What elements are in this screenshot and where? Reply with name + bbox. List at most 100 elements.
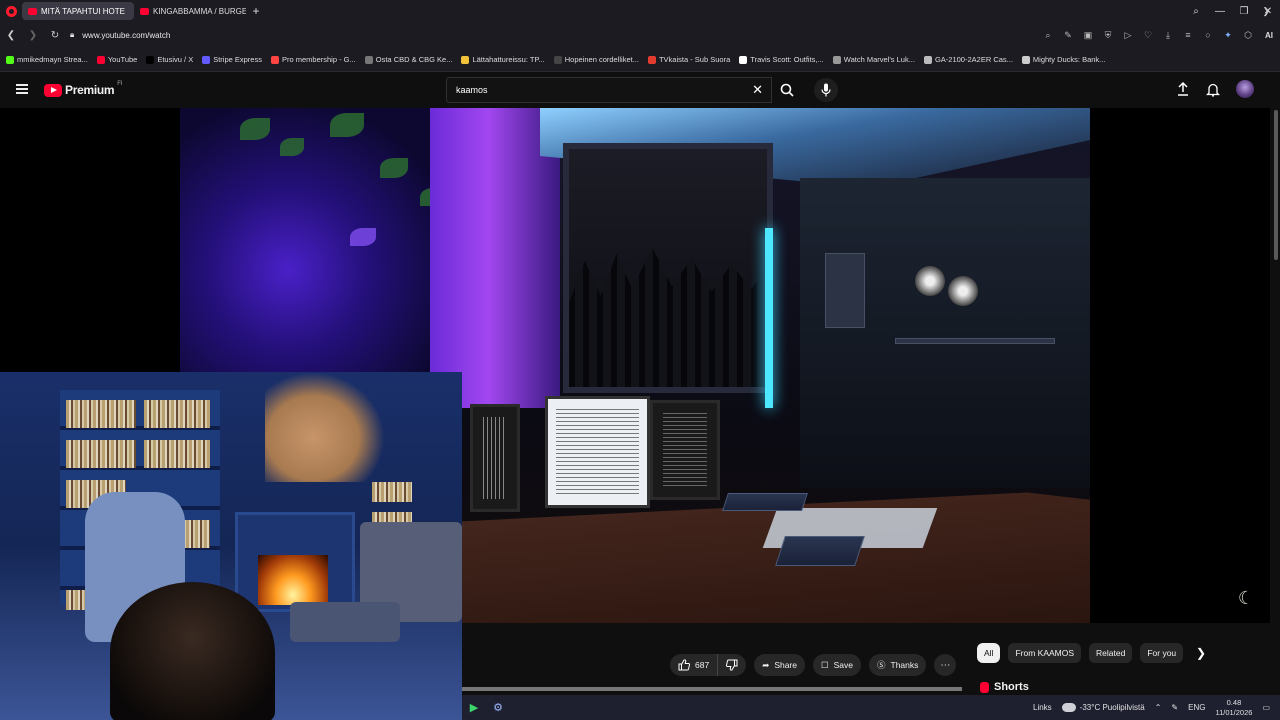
address-bar[interactable]: 🔒︎ www.youtube.com/watch [70, 30, 970, 40]
bookmark-favicon-icon [923, 55, 932, 64]
system-clock[interactable]: 0.48 11/01/2026 [1215, 698, 1252, 718]
tray-overflow-icon[interactable]: ⌃ [1155, 703, 1162, 712]
share-icon: ➦ [762, 659, 770, 670]
menu-icon[interactable]: ≡ [1178, 30, 1198, 40]
forward-button[interactable]: ❯ [22, 30, 44, 41]
weather-widget[interactable]: -33°C Puolipilvistä [1061, 703, 1145, 712]
aria-icon[interactable]: ✦ [1218, 30, 1238, 41]
bookmark-item[interactable]: Etusivu / X [146, 55, 193, 64]
links-toolbar[interactable]: Links [1033, 703, 1052, 712]
bookmark-favicon-icon [146, 55, 155, 64]
chip-for-you[interactable]: For you [1140, 643, 1184, 663]
search-icon [780, 83, 794, 97]
share-button[interactable]: ➦ Share [754, 654, 805, 676]
bookmark-item[interactable]: Travis Scott: Outfits,... [739, 55, 824, 64]
thanks-button[interactable]: Ⓢ Thanks [869, 654, 927, 676]
youtube-logo[interactable]: Premium FI [44, 81, 123, 97]
avatar[interactable] [1236, 80, 1254, 98]
minimize-button[interactable]: — [1208, 6, 1232, 17]
address-bar-row: ❮ ❯ ↻ 🔒︎ www.youtube.com/watch ⌕ ✎ ▣ ⛨ ▷… [0, 22, 1280, 48]
new-tab-button[interactable]: + [246, 4, 266, 18]
url-text: www.youtube.com/watch [82, 30, 171, 40]
steam-icon[interactable]: ⚙ [486, 701, 510, 714]
ambient-mode-moon-icon[interactable]: ☾ [1238, 588, 1254, 609]
bookmark-favicon-icon [364, 55, 373, 64]
cloud-icon [1061, 703, 1076, 712]
bookmark-favicon-icon [96, 55, 105, 64]
voice-search-button[interactable] [814, 78, 838, 102]
search-tabs-icon[interactable]: ⌕ [1184, 6, 1208, 17]
logo-text: Premium [65, 83, 115, 97]
chip-from-channel[interactable]: From KAAMOS [1008, 643, 1082, 663]
more-actions-button[interactable]: ⋯ [934, 654, 957, 676]
shorts-title: Shorts [994, 681, 1029, 693]
bookmark-favicon-icon [739, 55, 748, 64]
upload-icon[interactable] [1176, 82, 1190, 96]
camera-icon[interactable]: ▣ [1078, 30, 1098, 41]
search-input[interactable]: kaamos ✕ [446, 77, 772, 103]
chip-all[interactable]: All [977, 643, 1001, 663]
opera-logo-icon[interactable] [0, 0, 22, 22]
clear-search-icon[interactable]: ✕ [752, 82, 763, 98]
bookmark-item[interactable]: Mighty Ducks: Bank... [1021, 55, 1105, 64]
bookmark-favicon-icon [202, 55, 211, 64]
bookmark-label: Watch Marvel's Luk... [843, 55, 915, 64]
bookmark-label: TVkaista - Sub Suora [658, 55, 731, 64]
heart-icon[interactable]: ♡ [1138, 30, 1158, 41]
clock-date: 11/01/2026 [1215, 707, 1253, 717]
extensions-icon[interactable]: ⬡ [1238, 30, 1258, 41]
back-button[interactable]: ❮ [0, 30, 22, 41]
language-indicator[interactable]: ENG [1188, 703, 1205, 712]
bookmark-item[interactable]: Osta CBD & CBG Ke... [364, 55, 452, 64]
picture-in-picture-overlay[interactable] [0, 372, 462, 720]
windows-taskbar: ▶ ⚙ Links -33°C Puolipilvistä ⌃ ✎ ENG 0.… [462, 695, 1280, 720]
tab-current[interactable]: MITÄ TAPAHTUI HOTE [22, 2, 134, 20]
bookmark-item[interactable]: mmikedmayn Strea... [6, 55, 88, 64]
reload-button[interactable]: ↻ [44, 30, 66, 41]
thumbs-up-icon [678, 659, 690, 671]
tab-other[interactable]: KINGABBAMMA / BURGE [134, 2, 246, 20]
bookmark-label: Lättahattureissu: TP... [472, 55, 545, 64]
search-button[interactable] [772, 77, 802, 103]
chip-related[interactable]: Related [1089, 643, 1133, 663]
save-button[interactable]: ☐ Save [813, 654, 861, 676]
related-filter-chips: All From KAAMOS Related For you [977, 643, 1184, 663]
bookmark-icon: ☐ [821, 659, 829, 670]
lock-icon: 🔒︎ [70, 30, 75, 39]
download-icon[interactable]: ⤓ [1158, 30, 1178, 41]
bookmark-item[interactable]: TVkaista - Sub Suora [647, 55, 731, 64]
page-search-icon[interactable]: ⌕ [1038, 30, 1058, 41]
bookmark-item[interactable]: Watch Marvel's Luk... [832, 55, 915, 64]
video-actions: 687 ➦ Share ☐ Save Ⓢ Thanks ⋯ [670, 654, 957, 676]
bookmark-favicon-icon [832, 55, 841, 64]
profile-icon[interactable]: ○ [1198, 30, 1218, 40]
ai-button[interactable]: AI [1258, 31, 1280, 40]
microphone-icon [821, 83, 831, 97]
logo-region: FI [117, 81, 123, 87]
shield-icon[interactable]: ⛨ [1098, 30, 1118, 41]
bookmark-item[interactable]: Hopeinen cordelliket... [553, 55, 639, 64]
media-app-icon[interactable]: ▶ [462, 701, 486, 714]
dislike-button[interactable] [718, 654, 746, 676]
edit-icon[interactable]: ✎ [1058, 30, 1078, 41]
bookmark-item[interactable]: Lättahattureissu: TP... [461, 55, 545, 64]
bookmarks-overflow-icon[interactable]: ❯ [1262, 6, 1270, 17]
bookmark-item[interactable]: Pro membership - G... [270, 55, 356, 64]
page-scrollbar[interactable] [1274, 110, 1278, 260]
bookmark-item[interactable]: YouTube [96, 55, 137, 64]
bookmark-favicon-icon [270, 55, 279, 64]
bookmark-label: Travis Scott: Outfits,... [750, 55, 824, 64]
bookmark-item[interactable]: GA-2100-2A2ER Cas... [923, 55, 1013, 64]
restore-button[interactable]: ❐ [1232, 6, 1256, 17]
pen-icon[interactable]: ✎ [1171, 703, 1178, 712]
play-icon[interactable]: ▷ [1118, 30, 1138, 41]
bookmark-favicon-icon [647, 55, 656, 64]
bookmark-item[interactable]: Stripe Express [202, 55, 262, 64]
bookmarks-bar: mmikedmayn Strea... YouTube Etusivu / X Str… [0, 48, 1280, 72]
like-button[interactable]: 687 [670, 654, 719, 676]
browser-tab-bar: MITÄ TAPAHTUI HOTE KINGABBAMMA / BURGE +… [0, 0, 1280, 22]
notifications-icon[interactable]: ▭ [1262, 703, 1270, 712]
chips-next-chevron-icon[interactable]: ❯ [1196, 646, 1206, 660]
notifications-bell-icon[interactable] [1206, 82, 1220, 97]
hamburger-menu-icon[interactable] [16, 84, 28, 94]
